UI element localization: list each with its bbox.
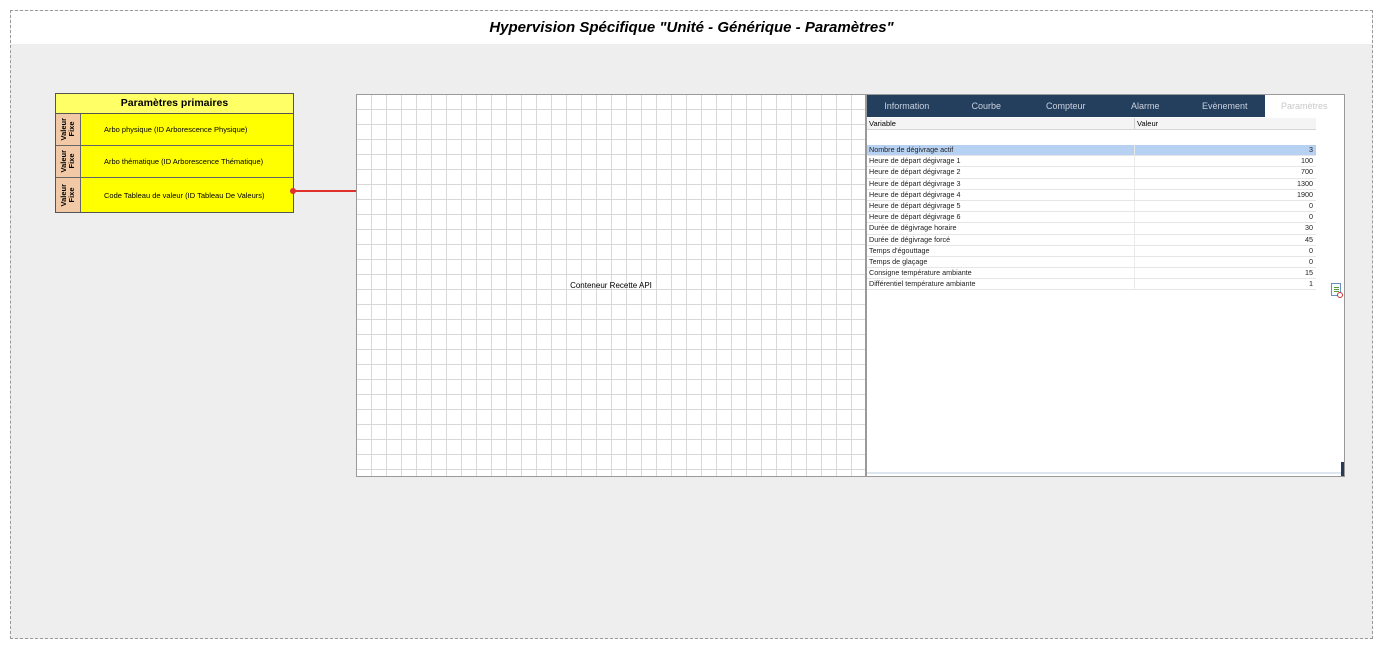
grid-container[interactable]: Conteneur Recette API [356,94,866,477]
table-row[interactable]: Durée de dégivrage horaire 30 [867,223,1316,235]
param-tag: Valeur Fixe [56,146,81,177]
param-row-arbo-thematique[interactable]: Valeur Fixe Arbo thématique (ID Arboresc… [56,146,293,178]
param-row-code-tableau[interactable]: Valeur Fixe Code Tableau de valeur (ID T… [56,178,293,212]
panel-tabbar: Information Courbe Compteur Alarme Evène… [867,95,1344,117]
param-label: Arbo physique (ID Arborescence Physique) [104,125,248,134]
table-row[interactable]: Temps d'égouttage 0 [867,245,1316,257]
table-cell-value: 0 [1309,256,1313,266]
table-cell-variable: Heure de départ dégivrage 1 [867,156,1135,167]
table-cell-value: 45 [1305,234,1313,244]
table-row[interactable]: Consigne température ambiante 15 [867,268,1316,280]
page-title: Hypervision Spécifique "Unité - Génériqu… [489,19,894,36]
table-cell-value: 1 [1309,279,1313,289]
table-cell-value: 0 [1309,212,1313,222]
table-cell-value: 1300 [1297,178,1313,188]
table-cell-value: 100 [1301,156,1313,166]
table-cell-value: 3 [1309,145,1313,154]
table-row[interactable]: Heure de départ dégivrage 6 0 [867,212,1316,224]
table-row[interactable]: Durée de dégivrage forcé 45 [867,234,1316,246]
tab-information[interactable]: Information [867,95,947,117]
tab-alarme[interactable]: Alarme [1106,95,1186,117]
grid-container-label: Conteneur Recette API [570,281,652,290]
table-cell-value: 700 [1301,167,1313,177]
table-cell-variable: Heure de départ dégivrage 3 [867,178,1135,189]
tab-courbe[interactable]: Courbe [947,95,1027,117]
scrollbar-corner [1341,462,1344,476]
table-cell-variable: Heure de départ dégivrage 4 [867,189,1135,200]
table-row[interactable]: Heure de départ dégivrage 3 1300 [867,178,1316,190]
primary-params-table: Paramètres primaires Valeur Fixe Arbo ph… [55,93,294,213]
title-bar: Hypervision Spécifique "Unité - Génériqu… [11,11,1372,44]
params-value-table: Variable Valeur Nombre de dégivrage acti… [867,118,1316,291]
table-cell-variable: Différentiel température ambiante [867,279,1135,290]
table-row[interactable]: Heure de départ dégivrage 1 100 [867,156,1316,168]
column-header-valeur[interactable]: Valeur [1135,118,1316,129]
primary-params-header: Paramètres primaires [56,94,293,114]
table-cell-variable: Nombre de dégivrage actif [867,145,1135,156]
table-cell-value: 0 [1309,200,1313,210]
table-row[interactable]: Nombre de dégivrage actif 3 [867,145,1316,157]
horizontal-scrollbar[interactable] [867,472,1342,474]
table-cell-variable: Temps de glaçage [867,256,1135,268]
table-cell-variable: Consigne température ambiante [867,268,1135,279]
table-row[interactable]: Temps de glaçage 0 [867,256,1316,269]
table-row[interactable]: Heure de départ dégivrage 4 1900 [867,189,1316,201]
table-row[interactable]: Différentiel température ambiante 1 [867,279,1316,291]
param-label: Code Tableau de valeur (ID Tableau De Va… [104,190,265,200]
column-header-variable[interactable]: Variable [867,118,1135,129]
table-cell-variable: Durée de dégivrage forcé [867,234,1135,245]
table-header: Variable Valeur [867,118,1316,130]
param-tag: Valeur Fixe [56,114,81,145]
data-panel: Information Courbe Compteur Alarme Evène… [866,94,1345,477]
canvas-frame: Hypervision Spécifique "Unité - Génériqu… [10,10,1373,639]
tab-parametres[interactable]: Paramètres [1264,95,1344,117]
table-body: Nombre de dégivrage actif 3 Heure de dépar… [867,145,1316,291]
table-cell-value: 15 [1305,268,1313,278]
table-cell-variable: Heure de départ dégivrage 6 [867,212,1135,223]
table-cell-value: 30 [1305,223,1313,233]
table-cell-variable: Heure de départ dégivrage 5 [867,200,1135,212]
table-row[interactable]: Heure de départ dégivrage 2 700 [867,167,1316,179]
table-cell-value: 0 [1309,245,1313,255]
table-row[interactable]: Heure de départ dégivrage 5 0 [867,200,1316,213]
connector-line [294,190,358,192]
export-document-icon[interactable] [1331,283,1343,298]
tab-evenement[interactable]: Evènement [1185,95,1265,117]
table-cell-variable: Durée de dégivrage horaire [867,223,1135,234]
param-label: Arbo thématique (ID Arborescence Thémati… [104,157,264,166]
table-cell-variable: Temps d'égouttage [867,245,1135,256]
param-tag: Valeur Fixe [56,178,81,212]
table-cell-value: 1900 [1297,189,1313,199]
tab-compteur[interactable]: Compteur [1026,95,1106,117]
connector-anchor-dot[interactable] [290,188,296,194]
param-row-arbo-physique[interactable]: Valeur Fixe Arbo physique (ID Arborescen… [56,114,293,146]
table-cell-variable: Heure de départ dégivrage 2 [867,167,1135,178]
